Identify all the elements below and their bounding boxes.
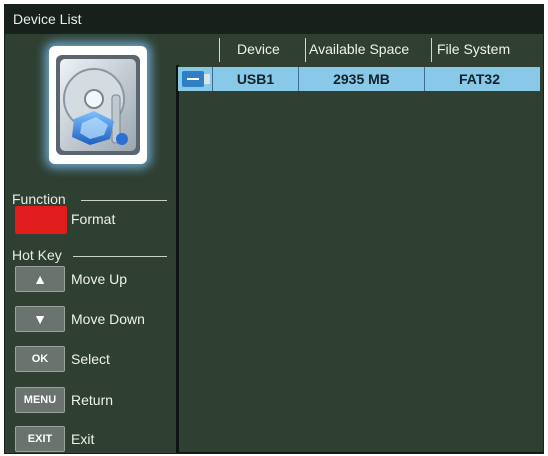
hard-disk-icon bbox=[49, 46, 147, 164]
device-list-screen: Device List Function Format Hot Key ▲ Mo… bbox=[4, 4, 544, 454]
window-title: Device List bbox=[5, 5, 543, 34]
function-divider bbox=[81, 200, 167, 201]
available-space-cell: 2935 MB bbox=[298, 67, 424, 91]
exit-label: Exit bbox=[71, 431, 95, 447]
column-divider bbox=[219, 38, 220, 62]
column-divider bbox=[431, 38, 432, 62]
file-system-cell: FAT32 bbox=[424, 67, 534, 91]
move-up-key[interactable]: ▲ bbox=[15, 266, 65, 292]
column-divider bbox=[305, 38, 306, 62]
select-label: Select bbox=[71, 351, 110, 367]
hotkey-divider bbox=[73, 256, 167, 257]
hotkey-section-label: Hot Key bbox=[12, 247, 62, 263]
format-label: Format bbox=[71, 211, 116, 227]
device-row[interactable]: USB1 2935 MB FAT32 bbox=[178, 67, 540, 91]
move-down-label: Move Down bbox=[71, 311, 145, 327]
ok-key[interactable]: OK bbox=[15, 346, 65, 372]
device-list bbox=[176, 65, 543, 453]
exit-key[interactable]: EXIT bbox=[15, 426, 65, 452]
function-section-label: Function bbox=[12, 191, 66, 207]
return-label: Return bbox=[71, 392, 114, 408]
red-function-key[interactable] bbox=[15, 206, 67, 234]
device-name-cell: USB1 bbox=[212, 67, 298, 91]
move-up-label: Move Up bbox=[71, 271, 128, 287]
column-header-device: Device bbox=[237, 41, 280, 57]
usb-icon bbox=[182, 71, 210, 87]
move-down-key[interactable]: ▼ bbox=[15, 306, 65, 332]
column-header-file-system: File System bbox=[437, 41, 511, 57]
column-header-available-space: Available Space bbox=[309, 41, 410, 57]
menu-key[interactable]: MENU bbox=[15, 387, 65, 413]
